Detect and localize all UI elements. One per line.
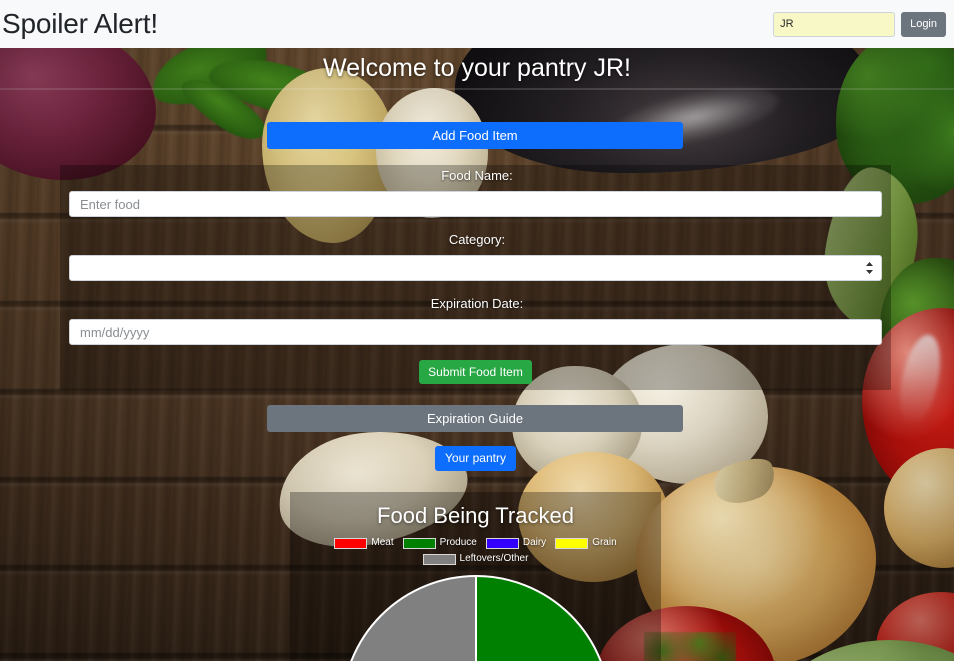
expiration-date-label: Expiration Date: [430, 296, 524, 311]
legend-label: Dairy [522, 537, 547, 548]
welcome-heading: Welcome to your pantry JR! [323, 54, 631, 82]
legend-swatch [485, 537, 519, 549]
legend-swatch [555, 537, 589, 549]
expiration-guide-button[interactable]: Expiration Guide [267, 405, 683, 432]
add-food-item-button[interactable]: Add Food Item [267, 122, 683, 149]
food-name-input[interactable] [69, 191, 882, 217]
expiration-date-input[interactable] [69, 319, 882, 345]
pie-slice[interactable] [342, 574, 477, 661]
legend-item[interactable]: Meat [334, 537, 394, 549]
legend-item[interactable]: Dairy [485, 537, 547, 549]
chart-legend: Meat Produce Dairy Grain Leftovers/Other [290, 537, 661, 565]
food-tracked-chart-card: Food Being Tracked Meat Produce Dairy Grain… [290, 492, 661, 661]
food-name-label: Food Name: [441, 168, 513, 183]
legend-label: Grain [592, 537, 617, 548]
category-select-wrapper[interactable]: MeatProduceDairyGrainLeftovers/Other [69, 255, 882, 281]
pie-chart[interactable] [340, 574, 612, 661]
legend-label: Produce [439, 537, 477, 548]
login-button[interactable]: Login [901, 11, 946, 37]
app-brand-title: Spoiler Alert! [2, 8, 158, 39]
pie-slice[interactable] [475, 574, 610, 661]
legend-label: Meat [371, 537, 394, 548]
legend-swatch [402, 537, 436, 549]
legend-item[interactable]: Grain [555, 537, 617, 549]
page-content: Welcome to your pantry JR! Add Food Item… [0, 48, 954, 661]
legend-swatch [422, 553, 456, 565]
your-pantry-button[interactable]: Your pantry [435, 446, 516, 471]
legend-label: Leftovers/Other [459, 553, 529, 564]
legend-swatch [334, 537, 368, 549]
top-navbar: Spoiler Alert! Login [0, 0, 954, 48]
category-label: Category: [448, 232, 506, 247]
legend-item[interactable]: Produce [402, 537, 477, 549]
submit-food-item-button[interactable]: Submit Food Item [419, 360, 532, 384]
login-username-input[interactable] [773, 11, 896, 37]
category-select[interactable]: MeatProduceDairyGrainLeftovers/Other [70, 256, 881, 280]
legend-item[interactable]: Leftovers/Other [422, 553, 529, 565]
navbar-actions: Login [773, 11, 954, 37]
app-root: Spoiler Alert! Login Welcome to your pan… [0, 0, 954, 661]
chart-title: Food Being Tracked [377, 503, 574, 528]
